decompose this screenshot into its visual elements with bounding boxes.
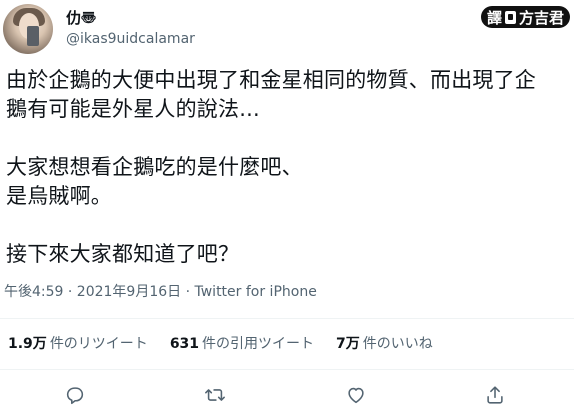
divider [0, 318, 574, 319]
quote-tweets-count: 631 [169, 336, 200, 352]
avatar-phone [27, 26, 39, 46]
engagement-stats: 1.9万 件のリツイート 631 件の引用ツイート 7万 件のいいね [8, 334, 433, 354]
watermark-text: 方吉君 [518, 8, 564, 27]
reply-icon [66, 387, 84, 405]
like-button[interactable] [343, 382, 369, 408]
tweet-meta[interactable]: 午後4:59 · 2021年9月16日 · Twitter for iPhone [4, 283, 317, 301]
share-button[interactable] [482, 382, 508, 408]
tweet-text: 由於企鵝的大便中出現了和金星相同的物質、而出現了企 鵝有可能是外星人的說法...… [6, 68, 536, 266]
share-icon [487, 386, 503, 404]
retweets-label: 件のリツイート [49, 336, 148, 352]
quote-tweets-stat[interactable]: 631 件の引用ツイート [170, 334, 314, 354]
avatar[interactable] [3, 4, 53, 54]
likes-label: 件のいいね [362, 336, 433, 352]
likes-stat[interactable]: 7万 件のいいね [336, 334, 433, 354]
retweet-button[interactable] [202, 382, 228, 408]
quote-tweets-label: 件の引用ツイート [202, 336, 315, 352]
translate-icon [504, 10, 516, 24]
tweet-actions [0, 380, 574, 410]
reply-button[interactable] [62, 382, 88, 408]
retweets-stat[interactable]: 1.9万 件のリツイート [8, 334, 148, 354]
retweets-count: 1.9万 [8, 336, 47, 352]
like-icon [348, 387, 364, 404]
author-handle[interactable]: @ikas9uidcalamar [66, 30, 195, 48]
translator-watermark: 譯 方吉君 [480, 6, 570, 28]
watermark-prefix: 譯 [486, 8, 502, 27]
retweet-icon [205, 389, 225, 401]
author-display-name[interactable]: 仂〠 [66, 9, 96, 27]
divider [0, 369, 574, 370]
likes-count: 7万 [336, 336, 360, 352]
